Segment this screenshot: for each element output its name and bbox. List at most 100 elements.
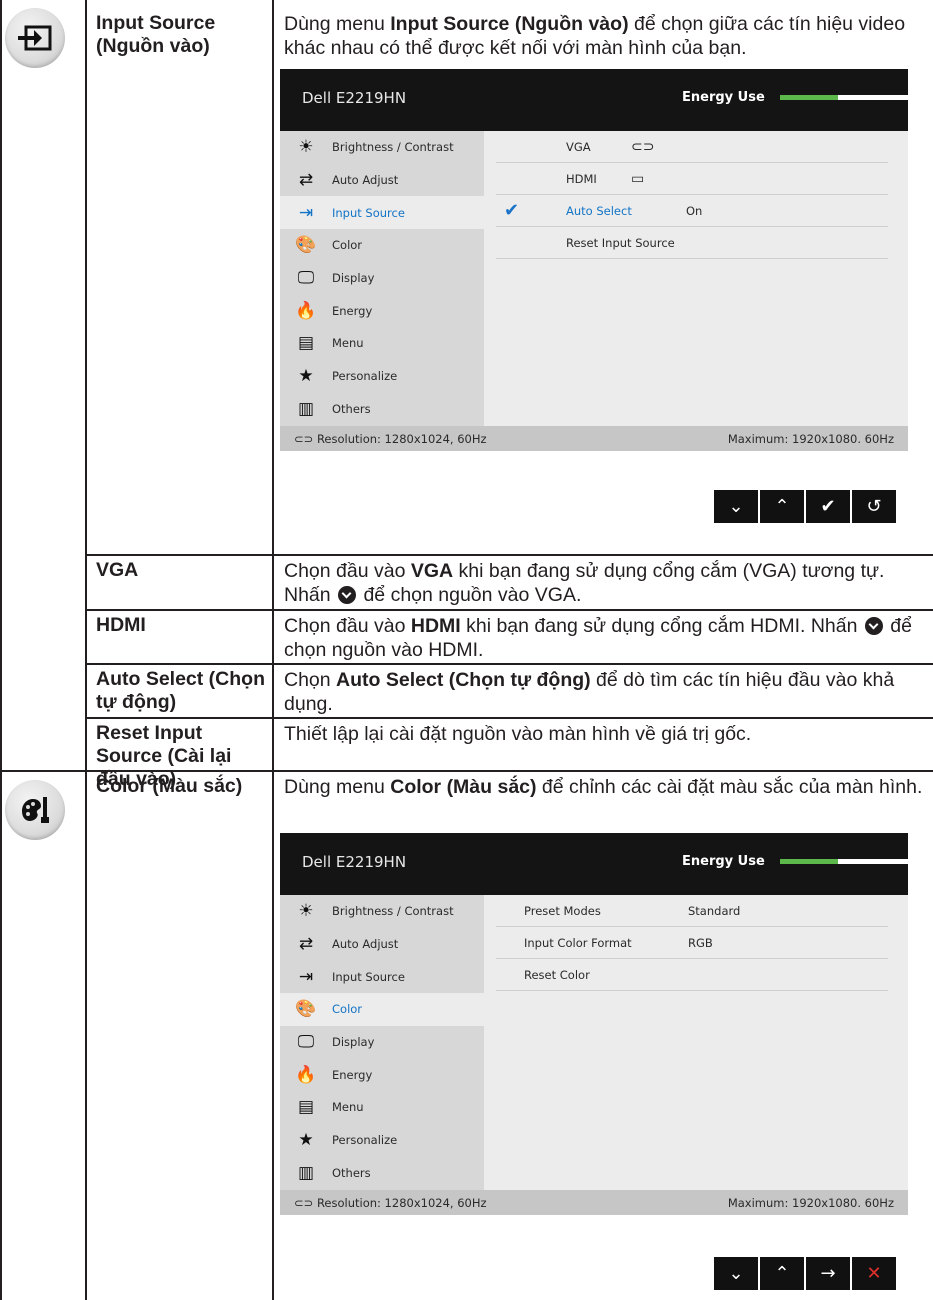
row-divider [85,554,933,556]
osd-submenu: VGA ⊂⊃ HDMI ▭ ✔ Auto Select On Reset Input S… [496,131,888,259]
osd-color-screenshot: Dell E2219HN Energy Use ☀ Brightness / Co… [280,833,908,1290]
desc-color: Dùng menu Color (Màu sắc) để chỉnh các c… [284,776,923,798]
osd-menu-auto-adjust[interactable]: ⇄ Auto Adjust [280,928,484,961]
vga-connector-icon: ⊂⊃ [294,431,317,446]
chevron-down-icon: ⌄ [728,1263,744,1284]
arrow-right-icon: → [820,1263,836,1284]
osd-menu: ☀ Brightness / Contrast ⇄ Auto Adjust ⇥ Inp… [280,895,484,1190]
auto-adjust-icon: ⇄ [298,170,314,191]
desc-vga: Chọn đầu vào VGA khi bạn đang sử dụng cổ… [284,560,885,606]
osd-item-hdmi[interactable]: HDMI ▭ [496,163,888,195]
down-button[interactable]: ⌄ [714,1257,758,1290]
palette-icon: 🎨 [295,999,317,1020]
monitor-icon: 🖵 [297,268,315,289]
desc-hdmi: Chọn đầu vào HDMI khi bạn đang sử dụng c… [284,615,912,661]
osd-menu-personalize[interactable]: ★ Personalize [280,360,484,393]
term-auto-select: Auto Select (Chọn tự động) [96,668,265,713]
osd-footer: ⊂⊃ Resolution: 1280x1024, 60Hz Maximum: … [280,1190,908,1215]
osd-input-source-screenshot: Dell E2219HN Energy Use ☀ Brightness / Co… [280,69,908,551]
back-button[interactable]: ↺ [852,490,896,523]
exit-button[interactable]: ✕ [852,1257,896,1290]
energy-meter [780,95,908,100]
checkmark-icon: ✔ [504,200,520,221]
osd-item-preset-modes[interactable]: Preset Modes Standard [496,895,888,927]
osd-item-input-color-format[interactable]: Input Color Format RGB [496,927,888,959]
term-hdmi: HDMI [96,614,146,636]
osd-menu-auto-adjust[interactable]: ⇄ Auto Adjust [280,164,484,197]
osd-item-auto-select[interactable]: ✔ Auto Select On [496,195,888,227]
osd-button-row: ⌄ ⌃ ✔ ↺ [714,490,896,523]
osd-energy-label: Energy Use [682,90,765,105]
sun-icon: ☀ [298,137,314,158]
osd-energy-label: Energy Use [682,854,765,869]
column-divider [85,0,87,1300]
osd-menu-brightness[interactable]: ☀ Brightness / Contrast [280,895,484,928]
osd-menu-energy[interactable]: 🔥 Energy [280,1058,484,1091]
chevron-down-icon: ⌄ [728,496,744,517]
osd-menu-menu[interactable]: ▤ Menu [280,327,484,360]
osd-menu-color[interactable]: 🎨 Color [280,993,484,1026]
osd-item-reset-input-source[interactable]: Reset Input Source [496,227,888,259]
sliders-icon: ▥ [297,398,315,419]
osd-menu-input-source[interactable]: ⇥ Input Source [280,960,484,993]
osd-footer: ⊂⊃ Resolution: 1280x1024, 60Hz Maximum: … [280,426,908,451]
vga-connector-icon: ⊂⊃ [631,138,655,155]
input-source-icon: ⇥ [298,202,314,223]
vga-connector-icon: ⊂⊃ [294,1195,317,1210]
down-button-icon [864,617,883,635]
up-button[interactable]: ⌃ [760,490,804,523]
column-divider [272,0,274,1300]
row-divider [85,609,933,611]
osd-menu-personalize[interactable]: ★ Personalize [280,1124,484,1157]
osd-menu-display[interactable]: 🖵 Display [280,1026,484,1059]
desc-auto-select: Chọn Auto Select (Chọn tự động) để dò tì… [284,669,895,715]
term-input-source: Input Source (Nguồn vào) [96,12,216,57]
star-icon: ★ [298,1130,314,1151]
osd-menu-energy[interactable]: 🔥 Energy [280,294,484,327]
input-source-icon [18,25,52,51]
down-button[interactable]: ⌄ [714,490,758,523]
osd-menu-menu[interactable]: ▤ Menu [280,1091,484,1124]
sun-icon: ☀ [298,901,314,922]
menu-window-icon: ▤ [297,1097,315,1118]
osd-menu-others[interactable]: ▥ Others [280,393,484,426]
up-button[interactable]: ⌃ [760,1257,804,1290]
osd-menu-input-source[interactable]: ⇥ Input Source [280,196,484,230]
palette-icon [22,797,49,823]
close-icon: ✕ [866,1263,882,1284]
down-button-icon [338,586,357,604]
row-divider [85,717,933,719]
osd-menu-others[interactable]: ▥ Others [280,1157,484,1190]
osd-menu: ☀ Brightness / Contrast ⇄ Auto Adjust ⇥ Inp… [280,131,484,426]
osd-model: Dell E2219HN [302,853,407,871]
input-source-icon-badge [5,8,71,74]
flame-icon: 🔥 [295,300,317,321]
osd-model: Dell E2219HN [302,89,407,107]
sliders-icon: ▥ [297,1162,315,1183]
osd-menu-display[interactable]: 🖵 Display [280,262,484,295]
osd-item-reset-color[interactable]: Reset Color [496,959,888,991]
ok-button[interactable]: ✔ [806,490,850,523]
osd-submenu: Preset Modes Standard Input Color Format R… [496,895,888,991]
monitor-icon: 🖵 [297,1032,315,1053]
energy-meter [780,859,908,864]
osd-menu-brightness[interactable]: ☀ Brightness / Contrast [280,131,484,164]
desc-input-source: Dùng menu Input Source (Nguồn vào) để ch… [284,13,906,59]
row-divider [85,663,933,665]
osd-header: Dell E2219HN Energy Use [280,69,908,131]
return-icon: ↺ [866,496,882,517]
palette-icon: 🎨 [295,235,317,256]
term-color: Color (Màu sắc) [96,775,243,797]
term-vga: VGA [96,559,139,581]
osd-menu-color[interactable]: 🎨 Color [280,229,484,262]
chevron-up-icon: ⌃ [774,496,790,517]
menu-window-icon: ▤ [297,333,315,354]
check-icon: ✔ [820,496,836,517]
input-source-icon: ⇥ [298,966,314,987]
flame-icon: 🔥 [295,1064,317,1085]
osd-header: Dell E2219HN Energy Use [280,833,908,895]
star-icon: ★ [298,366,314,387]
enter-button[interactable]: → [806,1257,850,1290]
osd-item-vga[interactable]: VGA ⊂⊃ [496,131,888,163]
hdmi-connector-icon: ▭ [631,170,645,187]
